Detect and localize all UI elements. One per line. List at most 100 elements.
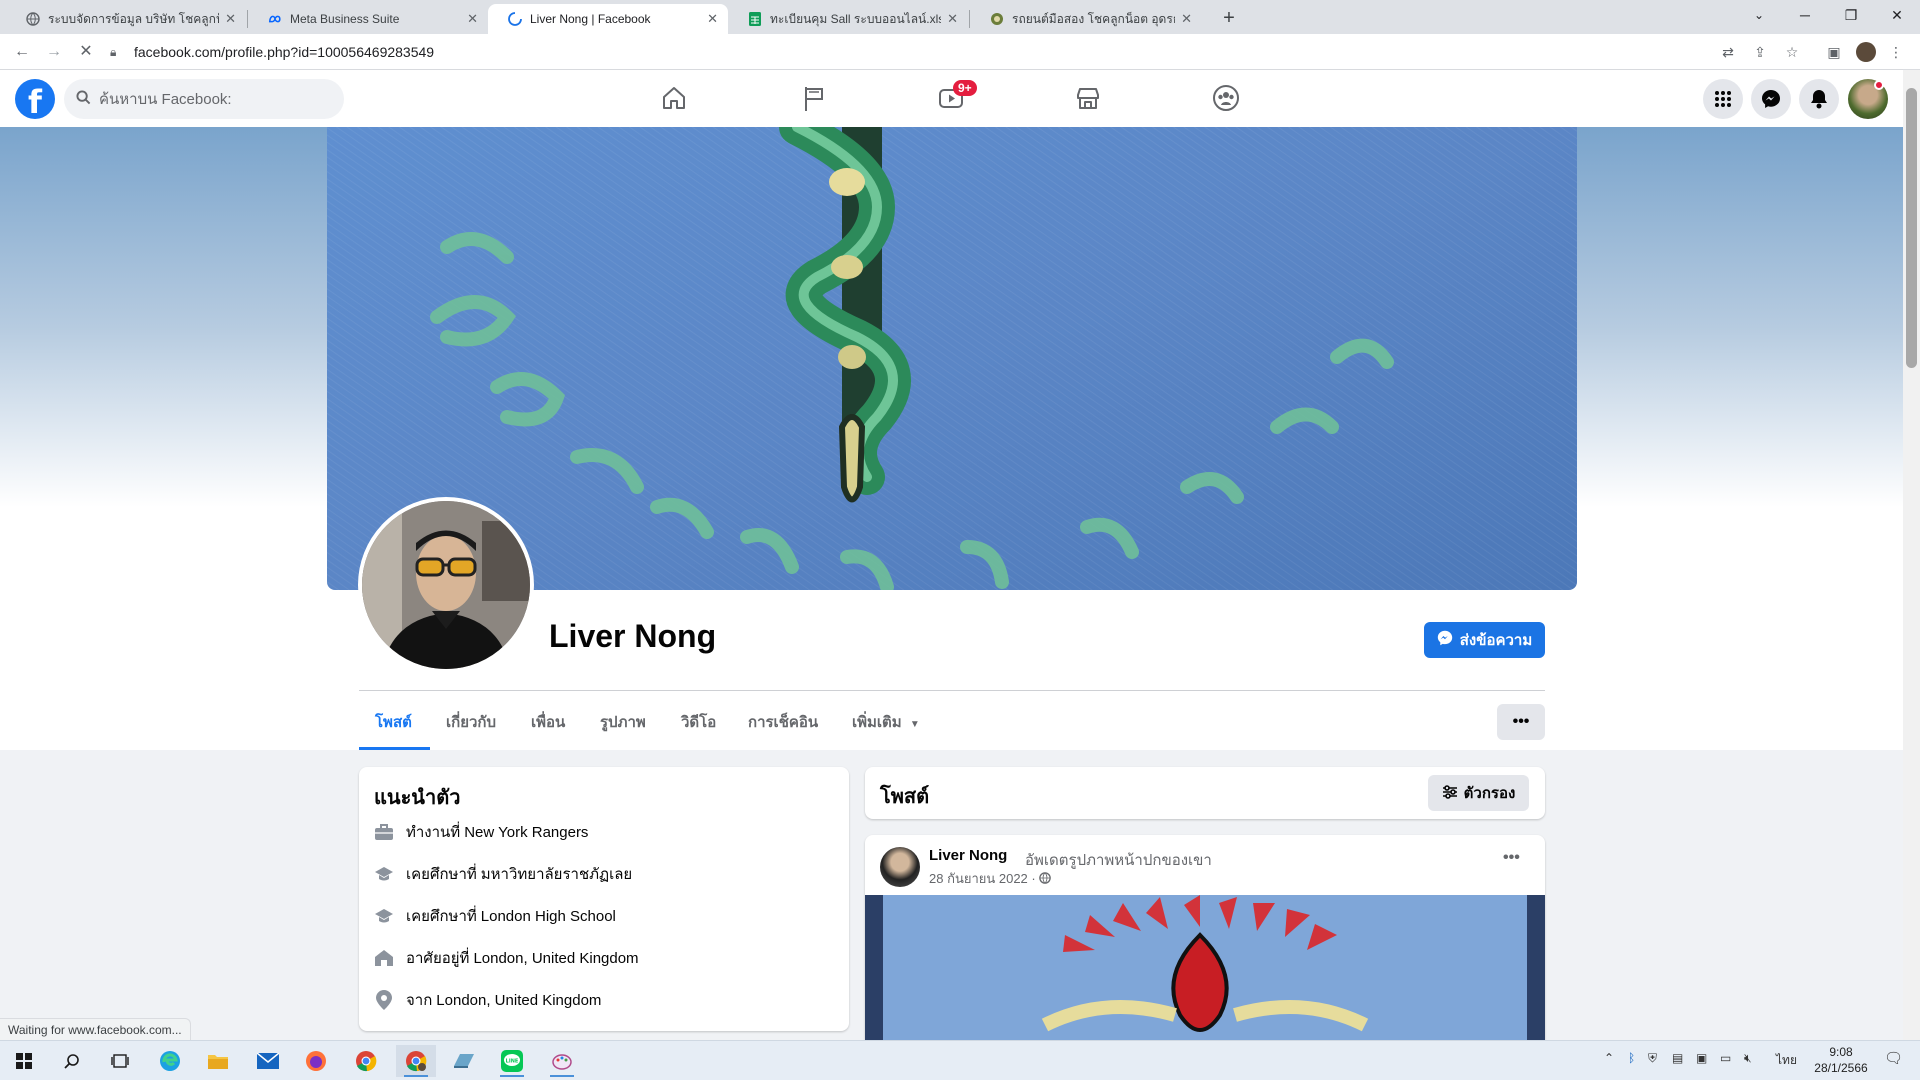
briefcase-icon — [374, 822, 394, 842]
tab-friends[interactable]: เพื่อน — [531, 710, 565, 734]
groups-icon[interactable] — [1212, 84, 1242, 114]
line-icon[interactable]: LINE — [492, 1045, 532, 1077]
house-icon — [374, 948, 394, 968]
post-more-button[interactable]: ••• — [1503, 849, 1520, 867]
close-icon[interactable]: ✕ — [1181, 11, 1192, 27]
facebook-header: f ค้นหาบน Facebook: 9+ — [0, 70, 1903, 127]
notifications-bell-icon[interactable] — [1799, 79, 1839, 119]
profile-avatar-icon[interactable] — [1856, 42, 1876, 62]
task-view-icon[interactable] — [100, 1045, 140, 1077]
intro-education-2-value[interactable]: London High School — [481, 908, 616, 925]
watch-notification-badge: 9+ — [953, 80, 977, 96]
stop-loading-icon[interactable]: ✕ — [74, 40, 98, 64]
clock-time: 9:08 — [1829, 1045, 1853, 1059]
facebook-search-input[interactable]: ค้นหาบน Facebook: — [64, 79, 344, 119]
post-author-name[interactable]: Liver Nong — [929, 847, 1007, 864]
profile-picture[interactable] — [358, 497, 534, 673]
active-tab-indicator — [359, 747, 430, 750]
tab-checkins[interactable]: การเช็คอิน — [748, 710, 818, 734]
browser-tab-5[interactable]: รถยนต์มือสอง โชคลูกน็อต อุดรธานี ✕ — [970, 4, 1202, 34]
chrome-icon[interactable] — [346, 1045, 386, 1077]
close-icon[interactable]: ✕ — [947, 11, 958, 27]
firefox-icon[interactable] — [296, 1045, 336, 1077]
windows-start-icon[interactable] — [4, 1045, 44, 1077]
intro-lives-in-value[interactable]: London, United Kingdom — [473, 950, 638, 967]
mail-icon[interactable] — [248, 1045, 288, 1077]
search-icon[interactable] — [52, 1045, 92, 1077]
home-icon[interactable] — [660, 84, 690, 114]
tray-app-icon[interactable]: ▤ — [1672, 1051, 1683, 1065]
minimize-icon[interactable]: ─ — [1782, 0, 1828, 30]
close-icon[interactable]: ✕ — [225, 11, 236, 27]
windows-taskbar: LINE ⌃ ᛒ ⛨ ▤ ▣ ▭ 🔇︎ ไทย 9:08 28/1/2566 🗨… — [0, 1040, 1920, 1080]
post-date-text: 28 กันยายน 2022 · — [929, 871, 1036, 886]
chrome-profile-icon[interactable] — [396, 1045, 436, 1077]
pages-flag-icon[interactable] — [800, 84, 830, 114]
new-tab-button[interactable]: + — [1216, 6, 1242, 32]
action-center-icon[interactable]: 🗨︎ — [1884, 1049, 1903, 1067]
intro-title: แนะนำตัว — [374, 787, 461, 809]
browser-tab-4[interactable]: ทะเบียนคุม Sall ระบบออนไลน์.xlsx - Googl… — [728, 4, 968, 34]
display-icon[interactable]: ▣ — [1696, 1051, 1707, 1065]
paint-icon[interactable] — [542, 1045, 582, 1077]
bookmark-star-icon[interactable]: ☆ — [1782, 42, 1802, 62]
tab-more[interactable]: เพิ่มเติม ▼ — [852, 710, 920, 734]
language-indicator[interactable]: ไทย — [1776, 1051, 1797, 1070]
tab-about[interactable]: เกี่ยวกับ — [446, 710, 496, 734]
post-author-avatar[interactable] — [880, 847, 920, 887]
file-explorer-icon[interactable] — [198, 1045, 238, 1077]
security-shield-icon[interactable]: ⛨ — [1648, 1051, 1657, 1066]
address-bar[interactable]: 🔒︎ facebook.com/profile.php?id=100056469… — [110, 38, 1850, 66]
profile-more-button[interactable]: ••• — [1497, 704, 1545, 740]
tray-chevron-up-icon[interactable]: ⌃ — [1604, 1051, 1614, 1065]
restore-icon[interactable]: ❐ — [1828, 0, 1874, 30]
share-icon[interactable]: ⇪ — [1750, 42, 1770, 62]
caret-down-icon: ▼ — [909, 719, 920, 730]
intro-card: แนะนำตัว ทำงานที่ New York Rangers เคยศึ… — [359, 767, 849, 1031]
intro-work-value[interactable]: New York Rangers — [464, 824, 588, 841]
browser-toolbar: ← → ✕ 🔒︎ facebook.com/profile.php?id=100… — [0, 34, 1920, 70]
tab-photos[interactable]: รูปภาพ — [600, 710, 646, 734]
facebook-logo[interactable]: f — [15, 79, 55, 121]
browser-tab-2[interactable]: Meta Business Suite ✕ — [248, 4, 488, 34]
browser-tab-1[interactable]: ระบบจัดการข้อมูล บริษัท โชคลูกน็อต จำกัด… — [6, 4, 246, 34]
post-date[interactable]: 28 กันยายน 2022 · — [929, 868, 1052, 889]
filter-label: ตัวกรอง — [1463, 785, 1516, 802]
intro-education-1-value[interactable]: มหาวิทยาลัยราชภัฏเลย — [481, 862, 632, 886]
taskbar-clock[interactable]: 9:08 28/1/2566 — [1806, 1044, 1876, 1076]
edge-icon[interactable] — [150, 1045, 190, 1077]
tab-videos[interactable]: วิดีโอ — [681, 710, 716, 734]
side-panel-icon[interactable]: ▣ — [1824, 42, 1844, 62]
volume-muted-icon[interactable]: 🔇︎ — [1744, 1051, 1752, 1066]
cover-photo[interactable] — [327, 127, 1577, 590]
filter-button[interactable]: ตัวกรอง — [1428, 775, 1529, 811]
browser-tab-3-active[interactable]: Liver Nong | Facebook ✕ — [488, 4, 728, 34]
tab-posts[interactable]: โพสต์ — [375, 710, 412, 734]
send-message-label: ส่งข้อความ — [1459, 632, 1533, 649]
tab-more-label: เพิ่มเติม — [852, 714, 902, 731]
close-icon[interactable]: ✕ — [467, 11, 478, 27]
messenger-icon[interactable] — [1751, 79, 1791, 119]
app-icon[interactable] — [444, 1045, 484, 1077]
back-arrow-icon[interactable]: ← — [10, 40, 34, 64]
marketplace-icon[interactable] — [1074, 84, 1104, 114]
page-scrollbar[interactable] — [1903, 70, 1920, 1040]
intro-from-value[interactable]: London, United Kingdom — [436, 992, 601, 1009]
scrollbar-thumb[interactable] — [1906, 88, 1917, 368]
lock-icon: 🔒︎ — [110, 44, 117, 59]
watch-video-icon[interactable]: 9+ — [937, 80, 977, 114]
tab-search-chevron-icon[interactable]: ⌄ — [1736, 0, 1782, 30]
kebab-menu-icon[interactable]: ⋮ — [1886, 42, 1906, 62]
close-window-icon[interactable]: ✕ — [1874, 0, 1920, 30]
send-message-button[interactable]: ส่งข้อความ — [1424, 622, 1545, 658]
forward-arrow-icon[interactable]: → — [42, 40, 66, 64]
bluetooth-icon[interactable]: ᛒ — [1628, 1051, 1635, 1065]
clock-date: 28/1/2566 — [1814, 1061, 1868, 1075]
translate-icon[interactable]: ⇄ — [1718, 42, 1738, 62]
post-card: Liver Nong อัพเดตรูปภาพหน้าปกของเขา 28 ก… — [865, 835, 1545, 1040]
network-icon[interactable]: ▭ — [1720, 1051, 1731, 1065]
menu-grid-icon[interactable] — [1703, 79, 1743, 119]
close-icon[interactable]: ✕ — [707, 11, 718, 27]
post-cover-image[interactable] — [865, 895, 1545, 1040]
messenger-icon — [1437, 630, 1453, 650]
